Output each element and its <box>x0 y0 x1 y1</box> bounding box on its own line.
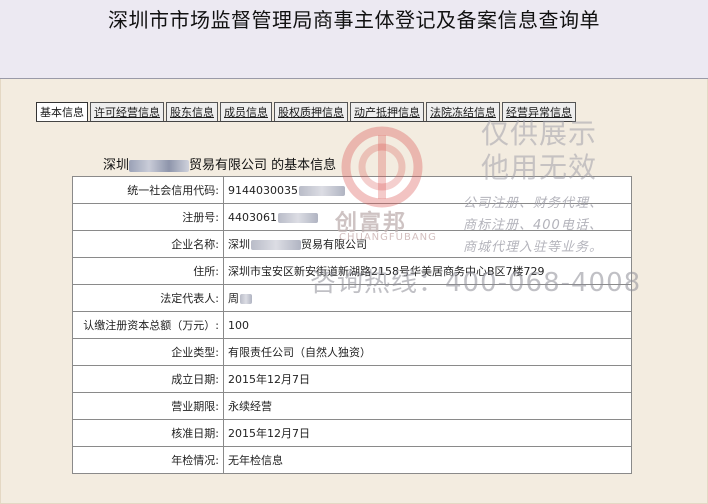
table-row: 认缴注册资本总额（万元）: 100 <box>72 311 632 339</box>
tab-equity-pledge-info[interactable]: 股权质押信息 <box>274 102 348 122</box>
watermark-line2: 他用无效 <box>481 151 598 184</box>
company-title-prefix: 深圳 <box>103 158 130 173</box>
annual-inspection-value: 无年检信息 <box>223 446 632 474</box>
row-label: 注册号: <box>72 203 224 231</box>
row-label: 年检情况: <box>72 446 224 474</box>
tab-chattel-mortgage-info[interactable]: 动产抵押信息 <box>350 102 424 122</box>
table-row: 企业类型: 有限责任公司（自然人独资） <box>72 338 632 366</box>
redacted-mask <box>240 294 252 304</box>
row-label: 成立日期: <box>72 365 224 393</box>
row-label: 法定代表人: <box>72 284 224 312</box>
brand-name-latin: CHUANGFUBANG <box>339 232 437 243</box>
business-term-value: 永续经营 <box>223 392 632 420</box>
credit-code-value: 9144030035 <box>228 183 298 197</box>
redacted-mask <box>251 240 301 250</box>
tab-license-info[interactable]: 许可经营信息 <box>90 102 164 122</box>
row-label: 企业名称: <box>72 230 224 258</box>
watermark-hotline: 咨询热线：400-068-4008 <box>310 268 642 298</box>
registration-number-value: 4403061 <box>228 210 277 224</box>
brand-logo-icon <box>341 126 423 208</box>
legal-representative-value: 周 <box>228 292 239 305</box>
redacted-mask <box>299 185 345 196</box>
establishment-date-value: 2015年12月7日 <box>223 365 632 393</box>
table-row: 核准日期: 2015年12月7日 <box>72 419 632 447</box>
company-type-value: 有限责任公司（自然人独资） <box>223 338 632 366</box>
page-title: 深圳市市场监督管理局商事主体登记及备案信息查询单 <box>108 8 600 32</box>
registered-capital-value: 100 <box>223 311 632 339</box>
table-row: 成立日期: 2015年12月7日 <box>72 365 632 393</box>
company-title-suffix: 贸易有限公司 的基本信息 <box>189 158 337 173</box>
redacted-mask <box>278 212 318 223</box>
row-label: 企业类型: <box>72 338 224 366</box>
tab-shareholder-info[interactable]: 股东信息 <box>166 102 218 122</box>
watermark-services-1: 公司注册、财务代理、 <box>463 196 604 211</box>
row-label: 营业期限: <box>72 392 224 420</box>
watermark-services-3: 商城代理入驻等业务。 <box>463 240 604 255</box>
table-row: 营业期限: 永续经营 <box>72 392 632 420</box>
watermark-services-2: 商标注册、400电话、 <box>463 218 603 233</box>
approval-date-value: 2015年12月7日 <box>223 419 632 447</box>
row-label: 认缴注册资本总额（万元）: <box>72 311 224 339</box>
row-label: 统一社会信用代码: <box>72 176 224 204</box>
row-label: 核准日期: <box>72 419 224 447</box>
redacted-mask <box>129 159 190 172</box>
company-name-prefix: 深圳 <box>228 238 250 251</box>
tab-basic-info[interactable]: 基本信息 <box>36 102 88 122</box>
tab-member-info[interactable]: 成员信息 <box>220 102 272 122</box>
company-title: 深圳 贸易有限公司 的基本信息 <box>103 154 336 173</box>
row-label: 住所: <box>72 257 224 285</box>
table-row: 年检情况: 无年检信息 <box>72 446 632 474</box>
page-header: 深圳市市场监督管理局商事主体登记及备案信息查询单 <box>0 0 708 79</box>
